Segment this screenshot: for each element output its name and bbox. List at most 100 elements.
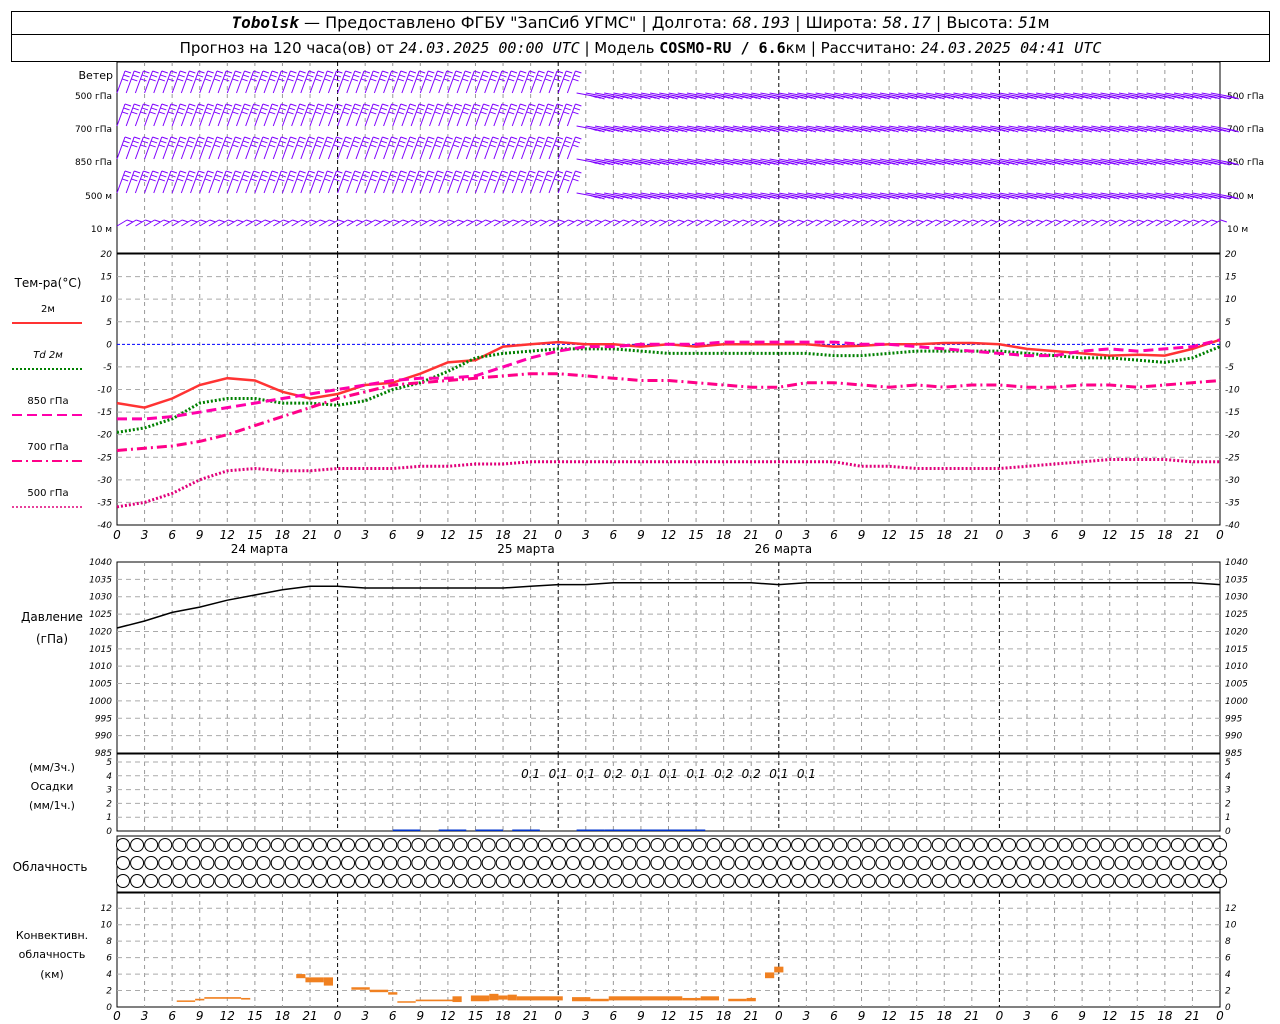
cloud-cover-circle	[397, 874, 412, 888]
wind-barb	[539, 136, 554, 160]
wind-barb	[520, 103, 536, 127]
temp-tick-left: -15	[97, 408, 112, 418]
conv-bar	[241, 997, 251, 1000]
temp-tick-right: 0	[1225, 340, 1231, 350]
cloud-cover-circle	[411, 874, 426, 888]
wind-barb	[162, 103, 178, 127]
pres-tick-left: 1040	[89, 558, 112, 568]
pres-tick-left: 1000	[89, 697, 112, 707]
cloud-cover-circle	[383, 874, 398, 888]
cloud-cover-circle	[847, 856, 862, 870]
cloud-cover-circle	[805, 856, 820, 870]
wind-barb	[153, 136, 168, 160]
conv-x-tick: 6	[830, 1009, 838, 1023]
conv-x-tick: 21	[1185, 1009, 1200, 1023]
conv-bar	[682, 997, 701, 1001]
temp-legend-label: Td 2м	[33, 350, 63, 361]
conv-bar	[195, 998, 205, 1001]
temp-tick-right: -15	[1225, 408, 1240, 418]
wind-barb	[116, 170, 132, 194]
cloud-cover-circle	[116, 874, 130, 888]
wind-barb	[438, 170, 453, 194]
wind-barb	[530, 170, 545, 194]
cloud-cover-circle	[383, 856, 398, 870]
conv-bar	[176, 1000, 196, 1002]
temp-x-tick: 0	[1216, 528, 1224, 542]
cloud-cover-circle	[650, 856, 665, 870]
cloud-cover-circle	[116, 856, 130, 870]
cloud-cover-circle	[130, 856, 145, 870]
wind-barb	[318, 136, 334, 160]
cloud-cover-circle	[341, 838, 356, 852]
prec-tick-left: 2	[106, 799, 112, 809]
cloud-cover-circle	[608, 856, 623, 870]
cloud-cover-circle	[130, 838, 145, 852]
cloud-cover-circle	[762, 856, 777, 870]
temp-tick-left: -5	[103, 363, 112, 373]
cloud-cover-circle	[889, 838, 904, 852]
cloud-cover-circle	[973, 838, 988, 852]
cloud-cover-circle	[959, 838, 974, 852]
pres-tick-left: 1025	[89, 610, 112, 620]
wind-barb	[484, 170, 499, 194]
cloud-cover-circle	[312, 874, 327, 888]
conv-x-tick: 0	[996, 1009, 1004, 1023]
wind-barb	[484, 103, 499, 127]
wind-barb	[309, 170, 325, 194]
wind-barb	[502, 136, 518, 160]
cloud-cover-circle	[200, 856, 215, 870]
prec-tick-left: 3	[106, 786, 112, 796]
wind-barb	[475, 170, 490, 194]
wind-barb	[383, 170, 398, 194]
cloud-cover-circle	[355, 856, 370, 870]
wind-barb	[180, 103, 196, 127]
wind-barb	[318, 103, 334, 127]
wind-barb	[557, 170, 573, 194]
wind-barb	[263, 103, 279, 127]
cloud-cover-circle	[481, 874, 496, 888]
wind-barb	[226, 103, 242, 127]
wind-barb	[337, 136, 352, 160]
wind-level-label: 700 гПа	[75, 125, 112, 135]
pres-tick-left: 1020	[89, 627, 112, 637]
prec-bar	[668, 829, 706, 831]
temp-title: Тем-ра(°C)	[14, 276, 82, 290]
conv-bar	[204, 997, 242, 999]
cloud-cover-circle	[298, 874, 313, 888]
conv-x-tick: 9	[417, 1009, 425, 1023]
cloud-cover-circle	[1142, 874, 1157, 888]
cloud-cover-circle	[523, 874, 538, 888]
cloud-cover-circle	[861, 856, 876, 870]
cloud-cover-circle	[622, 856, 637, 870]
cloud-cover-circle	[650, 838, 665, 852]
temp-x-tick: 3	[361, 528, 369, 542]
cloud-cover-circle	[116, 838, 130, 852]
cloud-cover-circle	[355, 874, 370, 888]
cloud-cover-circle	[861, 838, 876, 852]
temp-tick-right: 10	[1225, 295, 1237, 305]
cloud-cover-circle	[1170, 874, 1185, 888]
conv-tick-right: 2	[1225, 987, 1231, 997]
wind-barb	[144, 70, 159, 94]
cloud-cover-circle	[664, 838, 679, 852]
wind-barb	[475, 70, 490, 94]
wind-barb	[199, 170, 214, 194]
cloud-cover-circle	[523, 856, 538, 870]
temp-x-tick: 18	[495, 528, 511, 542]
cloud-cover-circle	[425, 856, 440, 870]
temp-x-tick: 12	[661, 528, 676, 542]
cloud-cover-circle	[945, 838, 960, 852]
conv-title: Конвективн.	[16, 929, 88, 942]
wind-barb	[410, 136, 426, 160]
cloud-cover-circle	[791, 856, 806, 870]
cloud-cover-circle	[987, 838, 1002, 852]
temp-tick-left: 20	[101, 250, 113, 260]
cloud-cover-circle	[1128, 838, 1143, 852]
wind-barb	[171, 70, 187, 94]
conv-x-tick: 15	[688, 1009, 703, 1023]
cloud-cover-circle	[369, 856, 384, 870]
wind-barb	[346, 170, 361, 194]
cloud-cover-circle	[467, 856, 482, 870]
cloud-cover-circle	[439, 856, 454, 870]
cloud-cover-circle	[692, 874, 707, 888]
